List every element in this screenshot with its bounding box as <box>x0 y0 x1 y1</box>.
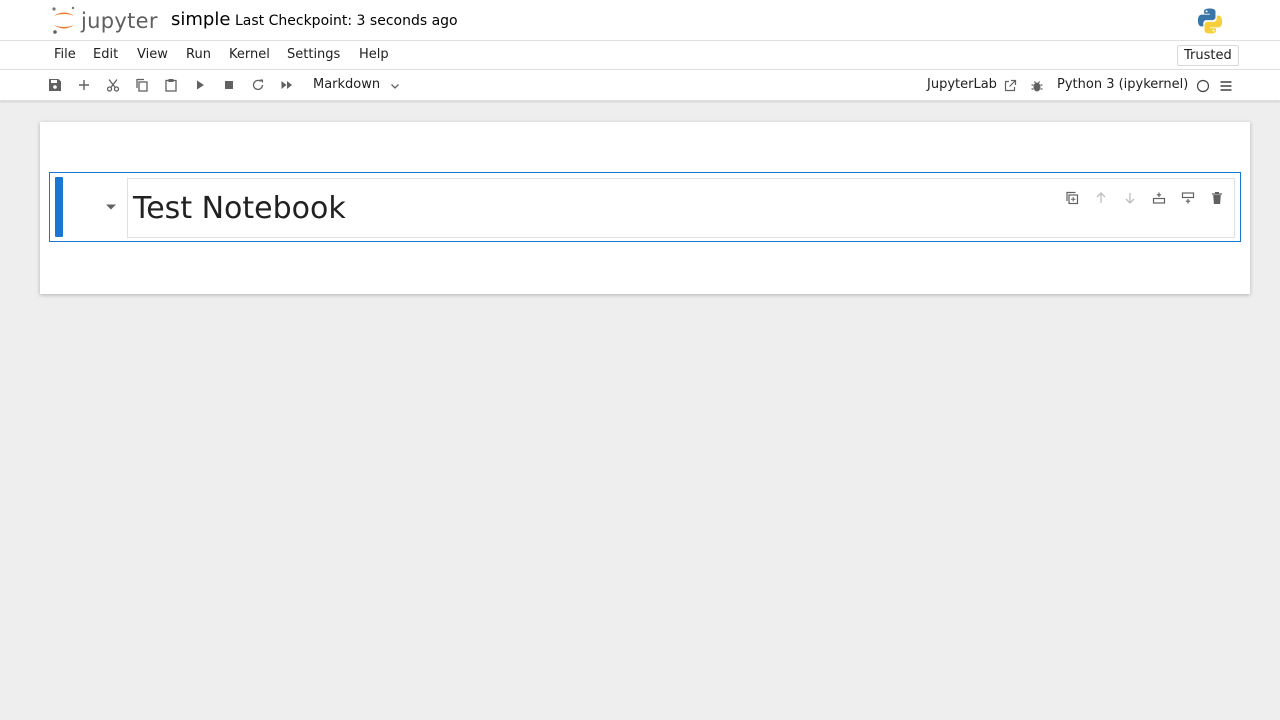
menu-kernel[interactable]: Kernel <box>229 47 270 62</box>
copy-icon <box>136 78 148 92</box>
insert-cell-above-button[interactable] <box>1151 190 1167 206</box>
menu-help[interactable]: Help <box>359 47 389 62</box>
external-link-button[interactable] <box>1001 77 1019 95</box>
insert-cell-below-button[interactable] <box>1180 190 1196 206</box>
copy-button[interactable] <box>133 76 151 94</box>
restart-run-all-button[interactable] <box>278 76 296 94</box>
move-cell-down-button[interactable] <box>1122 190 1138 206</box>
insert-below-icon <box>1181 192 1195 204</box>
move-cell-up-button[interactable] <box>1093 190 1109 206</box>
trusted-indicator[interactable]: Trusted <box>1177 45 1239 66</box>
trash-icon <box>1212 192 1222 204</box>
notebook-toolbar: Markdown JupyterLab Python 3 (ipykernel) <box>0 70 1280 101</box>
menu-view[interactable]: View <box>137 47 168 62</box>
cell-heading: Test Notebook <box>133 191 346 226</box>
menu-edit[interactable]: Edit <box>93 47 118 62</box>
bug-icon <box>1031 81 1043 92</box>
menu-icon <box>1220 81 1232 91</box>
notebook-name[interactable]: simple <box>171 9 230 30</box>
play-icon <box>197 80 204 90</box>
run-cell-button[interactable] <box>191 76 209 94</box>
notebook-panel: Test Notebook <box>40 122 1250 294</box>
delete-cell-button[interactable] <box>1209 190 1225 206</box>
restart-kernel-button[interactable] <box>249 76 267 94</box>
fast-forward-icon <box>281 81 292 89</box>
paste-button[interactable] <box>162 76 180 94</box>
interrupt-kernel-button[interactable] <box>220 76 238 94</box>
arrow-up-icon <box>1096 192 1106 203</box>
header-bar: jupyter simple Last Checkpoint: 3 second… <box>0 0 1280 41</box>
open-jupyterlab-link[interactable]: JupyterLab <box>927 77 997 92</box>
menu-file[interactable]: File <box>54 47 76 62</box>
insert-above-icon <box>1152 192 1166 204</box>
debugger-button[interactable] <box>1028 77 1046 95</box>
add-cell-button[interactable] <box>75 76 93 94</box>
jupyter-logo[interactable]: jupyter <box>50 5 160 35</box>
duplicate-cell-button[interactable] <box>1064 190 1080 206</box>
external-link-icon <box>1004 79 1017 92</box>
kernel-status <box>1194 77 1212 95</box>
duplicate-icon <box>1066 191 1079 205</box>
chevron-down-icon[interactable] <box>389 80 401 92</box>
arrow-down-icon <box>1125 193 1135 204</box>
caret-down-icon[interactable] <box>105 203 117 211</box>
refresh-icon <box>252 79 264 91</box>
save-button[interactable] <box>46 76 64 94</box>
scissors-icon <box>106 79 120 92</box>
stop-icon <box>225 81 233 89</box>
menubar: File Edit View Run Kernel Settings Help … <box>0 41 1280 70</box>
circle-icon <box>1196 79 1210 93</box>
clipboard-icon <box>165 79 177 92</box>
cell-rendered-output[interactable]: Test Notebook <box>127 178 1235 238</box>
menu-run[interactable]: Run <box>186 47 211 62</box>
menu-settings[interactable]: Settings <box>287 47 340 62</box>
cell-collapser[interactable] <box>55 177 63 237</box>
python-logo-icon <box>1197 8 1223 34</box>
kernel-name[interactable]: Python 3 (ipykernel) <box>1057 77 1188 92</box>
more-actions-button[interactable] <box>1217 77 1235 95</box>
plus-icon <box>79 80 89 90</box>
markdown-cell[interactable]: Test Notebook <box>49 172 1241 242</box>
save-icon <box>49 79 61 91</box>
jupyter-logo-icon <box>52 6 75 34</box>
logo-text: jupyter <box>81 9 158 33</box>
cut-button[interactable] <box>104 76 122 94</box>
last-checkpoint: Last Checkpoint: 3 seconds ago <box>235 13 458 29</box>
cell-type-select[interactable]: Markdown <box>313 77 380 92</box>
